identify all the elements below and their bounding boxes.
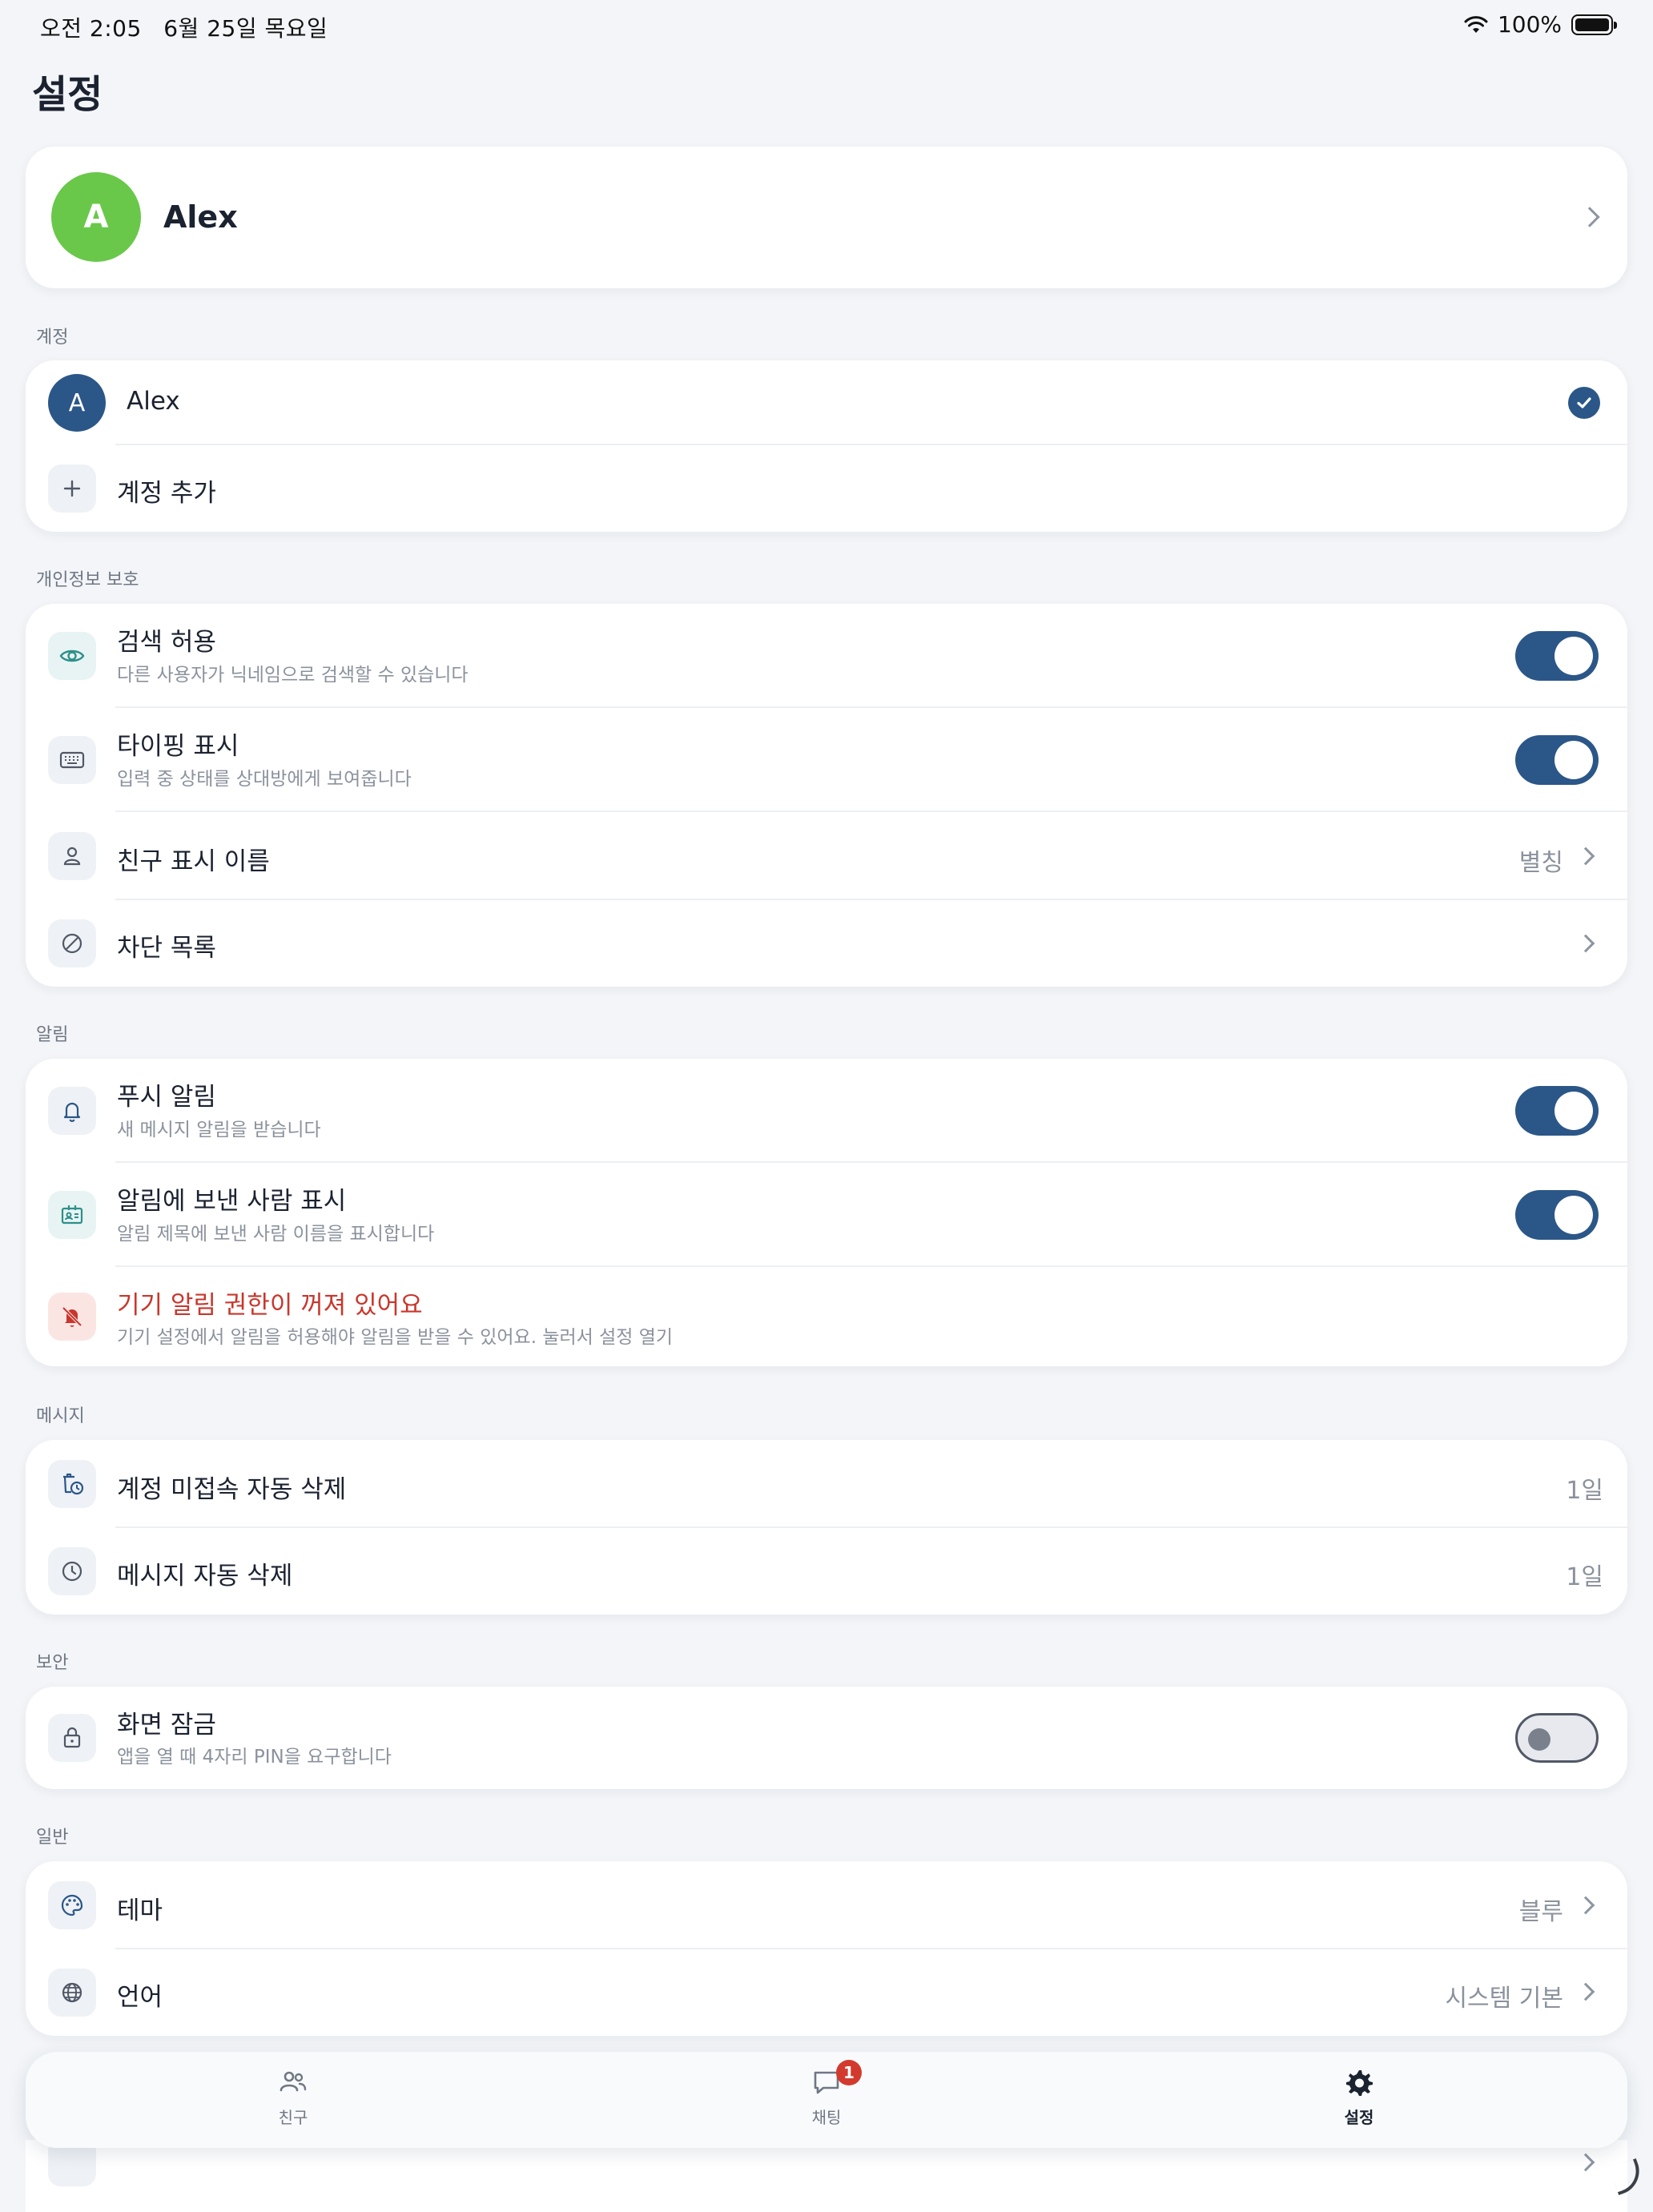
globe-icon xyxy=(48,1969,96,2017)
palette-icon xyxy=(48,1881,96,1929)
chevron-right-icon xyxy=(1579,207,1599,227)
tab-settings-label: 설정 xyxy=(1279,2105,1439,2128)
account-card: A Alex 계정 추가 xyxy=(26,360,1627,532)
section-label-account: 계정 xyxy=(36,323,68,348)
partial-list-item xyxy=(26,2140,1627,2212)
gear-icon xyxy=(1343,2066,1375,2098)
language-row[interactable]: 언어 시스템 기본 xyxy=(26,1949,1627,2036)
person-icon xyxy=(48,832,96,880)
battery-icon xyxy=(1571,14,1613,35)
theme-value: 블루 xyxy=(1519,1892,1563,1927)
permission-warning-title: 기기 알림 권한이 꺼져 있어요 xyxy=(117,1285,423,1321)
show-sender-title: 알림에 보낸 사람 표시 xyxy=(117,1180,346,1217)
status-date: 6월 25일 목요일 xyxy=(163,15,328,42)
general-card: 테마 블루 언어 시스템 기본 xyxy=(26,1861,1627,2036)
friend-display-name-value: 별칭 xyxy=(1519,843,1563,878)
show-sender-subtitle: 알림 제목에 보낸 사람 이름을 표시합니다 xyxy=(117,1218,434,1245)
contact-card-icon xyxy=(48,1191,96,1239)
search-allow-row[interactable]: 검색 허용 다른 사용자가 닉네임으로 검색할 수 있습니다 xyxy=(26,604,1627,708)
tab-chat[interactable]: 1 채팅 xyxy=(746,2066,907,2128)
messages-card: 계정 미접속 자동 삭제 1일 메시지 자동 삭제 1일 xyxy=(26,1440,1627,1615)
block-list-title: 차단 목록 xyxy=(117,927,216,963)
bell-off-icon xyxy=(48,1293,96,1341)
profile-card[interactable]: A Alex xyxy=(26,147,1627,288)
typing-indicator-title: 타이핑 표시 xyxy=(117,726,239,762)
page-title: 설정 xyxy=(32,62,103,119)
checkmark-icon xyxy=(1568,387,1600,419)
clock-icon xyxy=(48,1547,96,1595)
push-notification-row[interactable]: 푸시 알림 새 메시지 알림을 받습니다 xyxy=(26,1059,1627,1163)
tab-friends[interactable]: 친구 xyxy=(213,2066,373,2128)
privacy-card: 검색 허용 다른 사용자가 닉네임으로 검색할 수 있습니다 타이핑 표시 입력… xyxy=(26,604,1627,987)
push-notification-subtitle: 새 메시지 알림을 받습니다 xyxy=(117,1114,321,1141)
language-value: 시스템 기본 xyxy=(1445,1978,1563,2013)
typing-indicator-toggle[interactable] xyxy=(1515,735,1599,785)
tab-friends-label: 친구 xyxy=(213,2105,373,2128)
search-allow-toggle[interactable] xyxy=(1515,631,1599,681)
typing-indicator-row[interactable]: 타이핑 표시 입력 중 상태를 상대방에게 보여줍니다 xyxy=(26,708,1627,812)
account-name: Alex xyxy=(127,387,180,416)
wifi-icon xyxy=(1464,15,1488,34)
inactive-delete-title: 계정 미접속 자동 삭제 xyxy=(117,1469,346,1505)
account-row-alex[interactable]: A Alex xyxy=(26,360,1627,445)
keyboard-icon xyxy=(48,736,96,784)
theme-title: 테마 xyxy=(117,1890,163,1926)
block-icon xyxy=(48,919,96,967)
section-label-general: 일반 xyxy=(36,1823,68,1848)
chevron-right-icon xyxy=(1577,1983,1595,2001)
push-notification-toggle[interactable] xyxy=(1515,1086,1599,1136)
show-sender-toggle[interactable] xyxy=(1515,1190,1599,1240)
inactive-delete-value: 1일 xyxy=(1566,1470,1603,1506)
bell-icon xyxy=(48,1087,96,1135)
search-allow-title: 검색 허용 xyxy=(117,621,216,658)
add-account-button[interactable]: 계정 추가 xyxy=(26,445,1627,532)
message-auto-delete-row[interactable]: 메시지 자동 삭제 1일 xyxy=(26,1528,1627,1615)
screen-lock-toggle[interactable] xyxy=(1515,1713,1599,1763)
notification-permission-warning[interactable]: 기기 알림 권한이 꺼져 있어요 기기 설정에서 알림을 허용해야 알림을 받을… xyxy=(26,1267,1627,1366)
push-notification-title: 푸시 알림 xyxy=(117,1076,216,1112)
security-card: 화면 잠금 앱을 열 때 4자리 PIN을 요구합니다 xyxy=(26,1687,1627,1789)
status-bar: 오전 2:05 6월 25일 목요일 100% xyxy=(0,0,1653,51)
search-allow-subtitle: 다른 사용자가 닉네임으로 검색할 수 있습니다 xyxy=(117,659,469,686)
chevron-right-icon xyxy=(1577,847,1595,866)
friend-display-name-title: 친구 표시 이름 xyxy=(117,841,270,877)
friends-icon xyxy=(277,2066,309,2098)
account-avatar: A xyxy=(48,374,106,432)
show-sender-row[interactable]: 알림에 보낸 사람 표시 알림 제목에 보낸 사람 이름을 표시합니다 xyxy=(26,1163,1627,1267)
battery-percent: 100% xyxy=(1498,11,1562,38)
theme-row[interactable]: 테마 블루 xyxy=(26,1861,1627,1949)
message-auto-delete-value: 1일 xyxy=(1566,1557,1603,1592)
section-label-privacy: 개인정보 보호 xyxy=(36,565,139,591)
screen-lock-title: 화면 잠금 xyxy=(117,1704,216,1740)
message-auto-delete-title: 메시지 자동 삭제 xyxy=(117,1555,292,1591)
screen-lock-row[interactable]: 화면 잠금 앱을 열 때 4자리 PIN을 요구합니다 xyxy=(26,1687,1627,1789)
lock-icon xyxy=(48,1714,96,1762)
block-list-row[interactable]: 차단 목록 xyxy=(26,900,1627,987)
tab-chat-label: 채팅 xyxy=(746,2105,907,2128)
trash-clock-icon xyxy=(48,1460,96,1508)
status-time: 오전 2:05 xyxy=(40,15,142,42)
permission-warning-subtitle: 기기 설정에서 알림을 허용해야 알림을 받을 수 있어요. 눌러서 설정 열기 xyxy=(117,1321,673,1349)
tab-bar: 친구 1 채팅 설정 xyxy=(26,2052,1627,2148)
typing-indicator-subtitle: 입력 중 상태를 상대방에게 보여줍니다 xyxy=(117,763,412,790)
avatar: A xyxy=(51,172,141,262)
section-label-security: 보안 xyxy=(36,1648,68,1674)
profile-name: Alex xyxy=(163,199,238,235)
tab-settings[interactable]: 설정 xyxy=(1279,2066,1439,2128)
eye-icon xyxy=(48,632,96,680)
chevron-right-icon xyxy=(1577,935,1595,953)
screen-lock-subtitle: 앱을 열 때 4자리 PIN을 요구합니다 xyxy=(117,1741,392,1768)
add-account-label: 계정 추가 xyxy=(117,473,216,509)
friend-display-name-row[interactable]: 친구 표시 이름 별칭 xyxy=(26,812,1627,900)
chat-badge: 1 xyxy=(836,2060,862,2085)
section-label-notifications: 알림 xyxy=(36,1020,68,1046)
notifications-card: 푸시 알림 새 메시지 알림을 받습니다 알림에 보낸 사람 표시 알림 제목에… xyxy=(26,1059,1627,1366)
plus-icon xyxy=(48,465,96,513)
language-title: 언어 xyxy=(117,1977,163,2013)
chevron-right-icon xyxy=(1577,2154,1595,2172)
section-label-messages: 메시지 xyxy=(36,1402,85,1427)
inactive-delete-row[interactable]: 계정 미접속 자동 삭제 1일 xyxy=(26,1440,1627,1528)
chevron-right-icon xyxy=(1577,1896,1595,1915)
